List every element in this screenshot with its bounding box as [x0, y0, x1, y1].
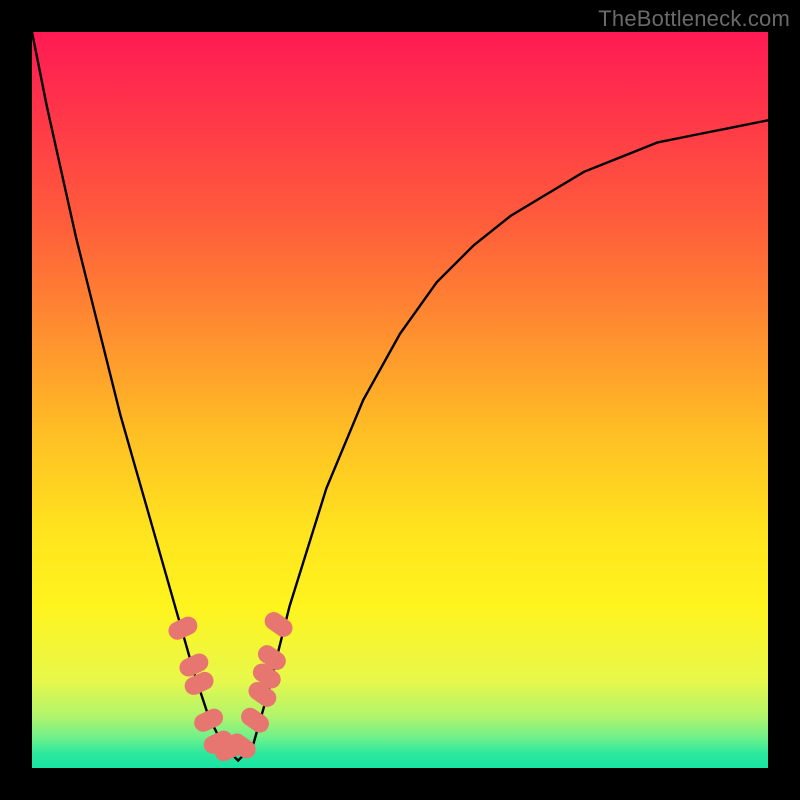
marker-point — [238, 704, 273, 736]
bottleneck-curve — [32, 32, 768, 761]
plot-area — [32, 32, 768, 768]
marker-point — [261, 609, 296, 641]
marker-point — [191, 706, 226, 735]
watermark-text: TheBottleneck.com — [598, 6, 790, 32]
marker-point — [166, 614, 201, 643]
chart-svg — [32, 32, 768, 768]
curve-markers — [166, 609, 297, 765]
chart-frame: TheBottleneck.com — [0, 0, 800, 800]
